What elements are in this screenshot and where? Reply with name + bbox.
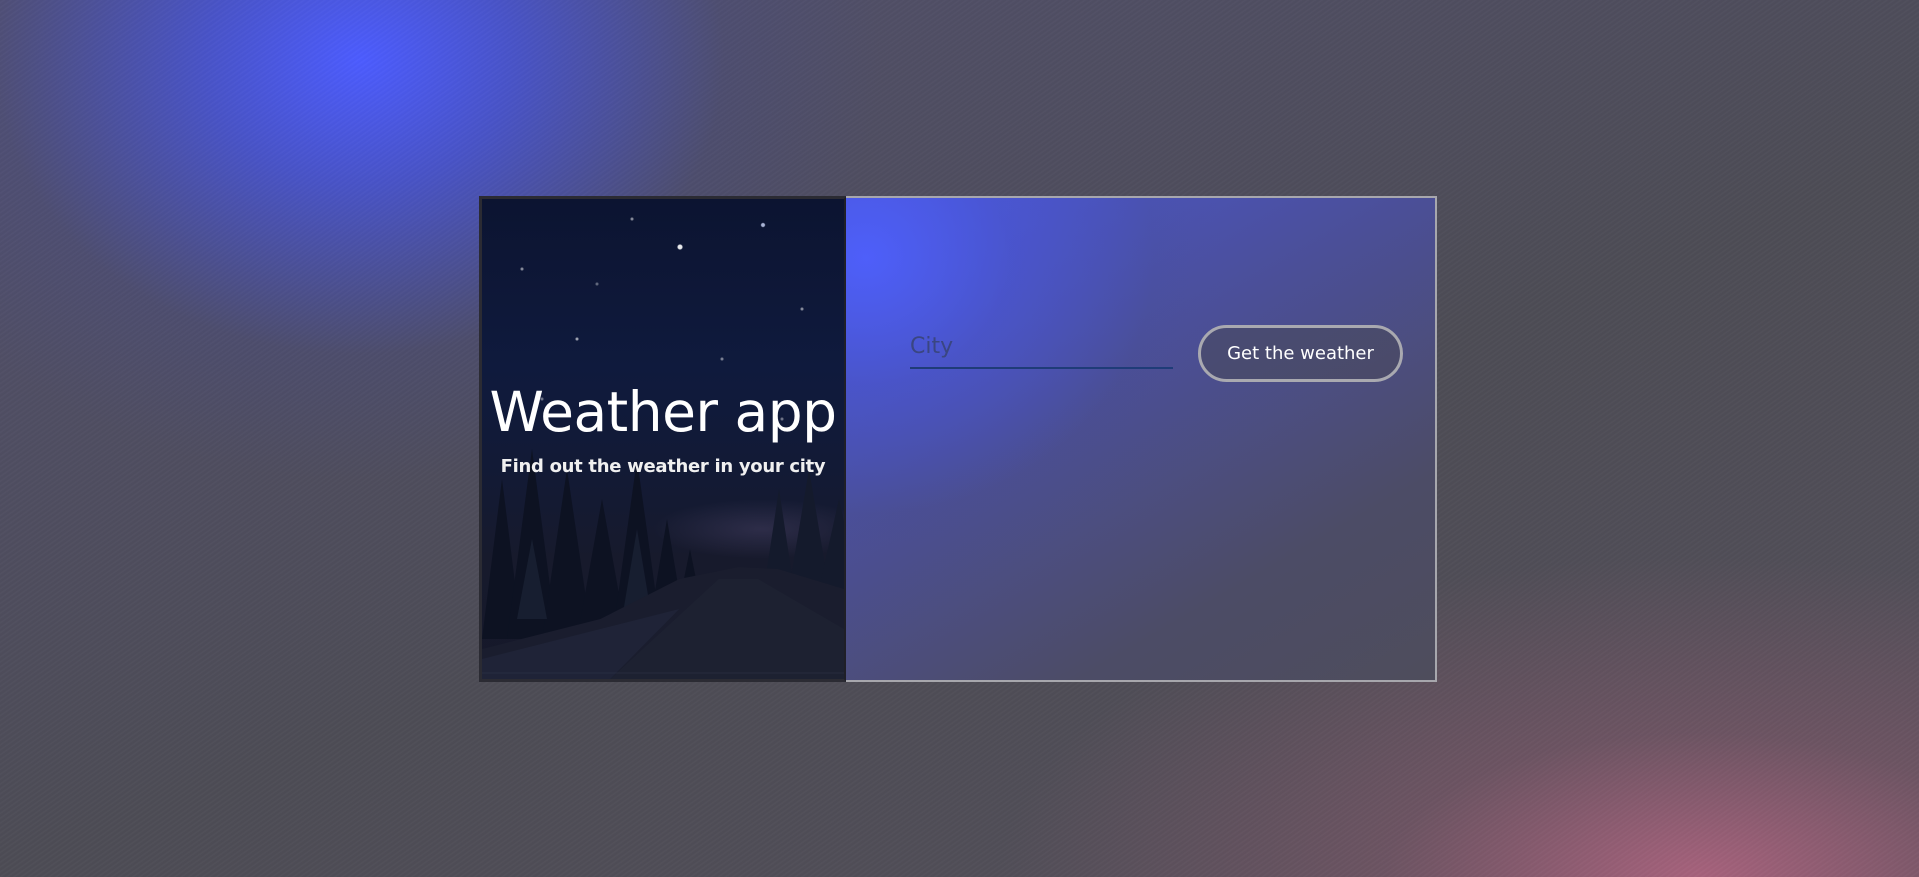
get-weather-button[interactable]: Get the weather — [1198, 325, 1403, 382]
page-title: Weather app — [489, 380, 837, 444]
hero-text-group: Weather app Find out the weather in your… — [482, 385, 844, 476]
search-form-panel: Get the weather — [846, 196, 1437, 682]
page-subtitle: Find out the weather in your city — [500, 456, 826, 477]
snowy-road-image — [482, 567, 844, 679]
weather-app-card: Weather app Find out the weather in your… — [479, 196, 1437, 682]
hero-panel: Weather app Find out the weather in your… — [479, 196, 846, 682]
city-input[interactable] — [910, 329, 1173, 369]
